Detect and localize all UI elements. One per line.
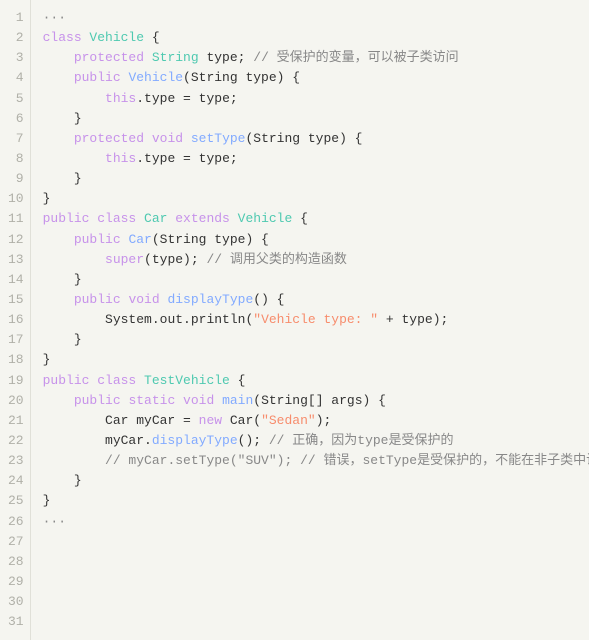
line-number: 11 bbox=[8, 209, 24, 229]
line-number: 14 bbox=[8, 270, 24, 290]
code-line: } bbox=[43, 330, 581, 350]
code-line: } bbox=[43, 189, 581, 209]
line-number: 31 bbox=[8, 612, 24, 632]
line-number: 15 bbox=[8, 290, 24, 310]
code-line: } bbox=[43, 109, 581, 129]
line-number: 17 bbox=[8, 330, 24, 350]
line-number: 2 bbox=[8, 28, 24, 48]
code-line: } bbox=[43, 270, 581, 290]
code-line: public static void main(String[] args) { bbox=[43, 391, 581, 411]
code-line: this.type = type; bbox=[43, 149, 581, 169]
code-line: protected void setType(String type) { bbox=[43, 129, 581, 149]
code-line: } bbox=[43, 471, 581, 491]
line-number: 19 bbox=[8, 371, 24, 391]
line-number: 22 bbox=[8, 431, 24, 451]
code-line: this.type = type; bbox=[43, 89, 581, 109]
line-number: 29 bbox=[8, 572, 24, 592]
line-number: 4 bbox=[8, 68, 24, 88]
code-line: // myCar.setType("SUV"); // 错误，setType是受… bbox=[43, 451, 581, 471]
code-line: public class TestVehicle { bbox=[43, 371, 581, 391]
line-number: 23 bbox=[8, 451, 24, 471]
line-number: 16 bbox=[8, 310, 24, 330]
code-line: myCar.displayType(); // 正确，因为type是受保护的 bbox=[43, 431, 581, 451]
line-number: 12 bbox=[8, 230, 24, 250]
code-content: ···class Vehicle { protected String type… bbox=[31, 0, 589, 640]
code-line: protected String type; // 受保护的变量，可以被子类访问 bbox=[43, 48, 581, 68]
line-number: 25 bbox=[8, 491, 24, 511]
code-line: System.out.println("Vehicle type: " + ty… bbox=[43, 310, 581, 330]
line-number: 1 bbox=[8, 8, 24, 28]
line-number: 5 bbox=[8, 89, 24, 109]
line-number: 8 bbox=[8, 149, 24, 169]
line-number: 3 bbox=[8, 48, 24, 68]
code-line: class Vehicle { bbox=[43, 28, 581, 48]
line-number: 9 bbox=[8, 169, 24, 189]
code-line: public class Car extends Vehicle { bbox=[43, 209, 581, 229]
line-number: 26 bbox=[8, 512, 24, 532]
line-number: 28 bbox=[8, 552, 24, 572]
code-line: public Vehicle(String type) { bbox=[43, 68, 581, 88]
code-line: } bbox=[43, 491, 581, 511]
code-line: ··· bbox=[43, 512, 581, 532]
line-number: 24 bbox=[8, 471, 24, 491]
code-line: Car myCar = new Car("Sedan"); bbox=[43, 411, 581, 431]
line-number: 30 bbox=[8, 592, 24, 612]
code-line: } bbox=[43, 350, 581, 370]
code-line: public Car(String type) { bbox=[43, 230, 581, 250]
line-number: 20 bbox=[8, 391, 24, 411]
line-number: 7 bbox=[8, 129, 24, 149]
line-number: 21 bbox=[8, 411, 24, 431]
code-editor: 1234567891011121314151617181920212223242… bbox=[0, 0, 589, 640]
code-line: ··· bbox=[43, 8, 581, 28]
line-number: 10 bbox=[8, 189, 24, 209]
line-number: 18 bbox=[8, 350, 24, 370]
line-numbers: 1234567891011121314151617181920212223242… bbox=[0, 0, 31, 640]
line-number: 27 bbox=[8, 532, 24, 552]
line-number: 6 bbox=[8, 109, 24, 129]
code-line: } bbox=[43, 169, 581, 189]
code-line: super(type); // 调用父类的构造函数 bbox=[43, 250, 581, 270]
line-number: 13 bbox=[8, 250, 24, 270]
code-line: public void displayType() { bbox=[43, 290, 581, 310]
